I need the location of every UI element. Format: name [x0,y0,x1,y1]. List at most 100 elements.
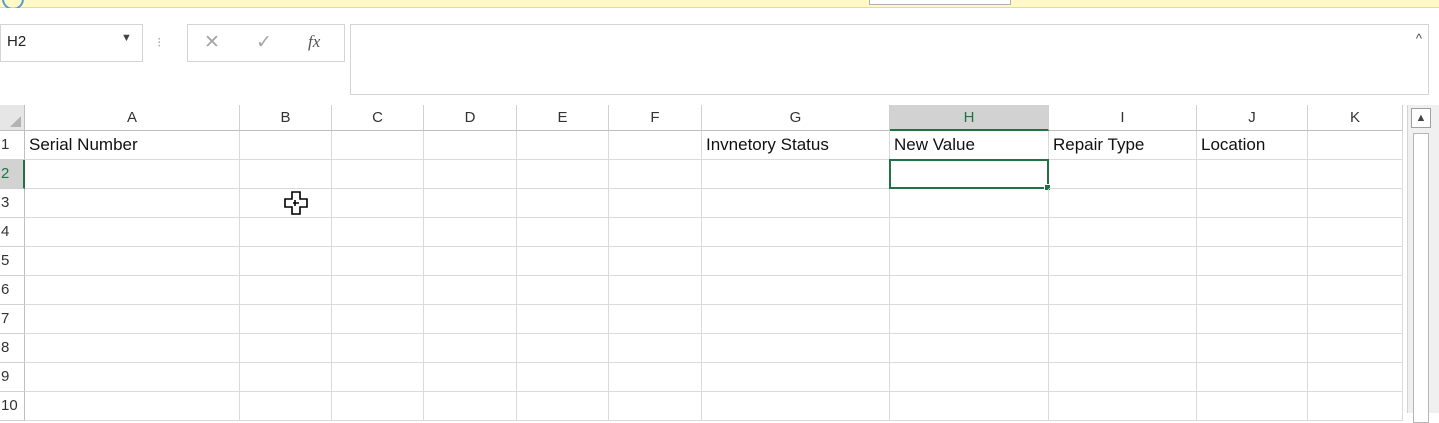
cell-h6[interactable] [890,276,1049,305]
row-header-6[interactable]: 6 [0,276,25,305]
cell-b5[interactable] [240,247,332,276]
cell-h4[interactable] [890,218,1049,247]
cell-k6[interactable] [1308,276,1403,305]
row-header-1[interactable]: 1 [0,131,25,160]
cell-e8[interactable] [517,334,609,363]
scroll-thumb[interactable] [1413,133,1429,423]
cell-e5[interactable] [517,247,609,276]
cell-f7[interactable] [609,305,702,334]
cell-k4[interactable] [1308,218,1403,247]
column-header-d[interactable]: D [424,105,517,131]
cell-j4[interactable] [1197,218,1308,247]
cell-g1[interactable]: Invnetory Status [702,131,890,160]
row-header-8[interactable]: 8 [0,334,25,363]
formula-input[interactable]: ^ [350,24,1429,95]
cell-g9[interactable] [702,363,890,392]
cell-e3[interactable] [517,189,609,218]
cell-f3[interactable] [609,189,702,218]
column-header-c[interactable]: C [332,105,424,131]
cell-j9[interactable] [1197,363,1308,392]
cell-b9[interactable] [240,363,332,392]
cell-a7[interactable] [25,305,240,334]
cell-f1[interactable] [609,131,702,160]
cell-h10[interactable] [890,392,1049,421]
cell-b10[interactable] [240,392,332,421]
cell-e9[interactable] [517,363,609,392]
cell-b4[interactable] [240,218,332,247]
cell-b2[interactable] [240,160,332,189]
cell-j1[interactable]: Location [1197,131,1308,160]
cell-c8[interactable] [332,334,424,363]
cell-d1[interactable] [424,131,517,160]
cell-f10[interactable] [609,392,702,421]
chevron-down-icon[interactable]: ▼ [121,32,132,44]
cell-j7[interactable] [1197,305,1308,334]
cell-g10[interactable] [702,392,890,421]
worksheet-grid[interactable]: A B C D E F G H I J K 1 Serial Number Invnetory Statu… [0,105,1407,421]
cell-b8[interactable] [240,334,332,363]
cell-j10[interactable] [1197,392,1308,421]
cell-a4[interactable] [25,218,240,247]
cell-e7[interactable] [517,305,609,334]
cancel-icon[interactable]: ✕ [204,31,220,54]
cell-i7[interactable] [1049,305,1197,334]
cell-k7[interactable] [1308,305,1403,334]
cell-a1[interactable]: Serial Number [25,131,240,160]
cell-c6[interactable] [332,276,424,305]
cell-c5[interactable] [332,247,424,276]
cell-f5[interactable] [609,247,702,276]
vertical-scrollbar[interactable]: ▲ [1407,105,1439,423]
cell-f2[interactable] [609,160,702,189]
cell-d7[interactable] [424,305,517,334]
cell-f8[interactable] [609,334,702,363]
cell-a5[interactable] [25,247,240,276]
cell-g3[interactable] [702,189,890,218]
cell-i9[interactable] [1049,363,1197,392]
column-header-e[interactable]: E [517,105,609,131]
cell-k3[interactable] [1308,189,1403,218]
cell-g5[interactable] [702,247,890,276]
column-header-i[interactable]: I [1049,105,1197,131]
cell-i6[interactable] [1049,276,1197,305]
cell-c2[interactable] [332,160,424,189]
row-header-4[interactable]: 4 [0,218,25,247]
cell-b6[interactable] [240,276,332,305]
cell-e2[interactable] [517,160,609,189]
insert-function-button[interactable]: fx [308,32,320,52]
cell-a10[interactable] [25,392,240,421]
cell-b1[interactable] [240,131,332,160]
cell-k8[interactable] [1308,334,1403,363]
scroll-up-icon[interactable]: ▲ [1411,108,1431,128]
column-header-g[interactable]: G [702,105,890,131]
cell-c9[interactable] [332,363,424,392]
row-header-9[interactable]: 9 [0,363,25,392]
cell-a2[interactable] [25,160,240,189]
cell-a6[interactable] [25,276,240,305]
cell-i10[interactable] [1049,392,1197,421]
column-header-b[interactable]: B [240,105,332,131]
cell-k2[interactable] [1308,160,1403,189]
cell-g7[interactable] [702,305,890,334]
cell-d9[interactable] [424,363,517,392]
select-all-button[interactable] [0,105,25,131]
cell-d10[interactable] [424,392,517,421]
cell-f9[interactable] [609,363,702,392]
collapse-formula-bar-icon[interactable]: ^ [1416,31,1422,46]
cell-d3[interactable] [424,189,517,218]
cell-a3[interactable] [25,189,240,218]
cell-e10[interactable] [517,392,609,421]
enter-icon[interactable]: ✓ [256,31,272,54]
row-header-7[interactable]: 7 [0,305,25,334]
cell-g6[interactable] [702,276,890,305]
cell-f6[interactable] [609,276,702,305]
cell-d5[interactable] [424,247,517,276]
cell-g4[interactable] [702,218,890,247]
cell-h8[interactable] [890,334,1049,363]
cell-d4[interactable] [424,218,517,247]
cell-j8[interactable] [1197,334,1308,363]
cell-e1[interactable] [517,131,609,160]
cell-b7[interactable] [240,305,332,334]
cell-h9[interactable] [890,363,1049,392]
row-header-2[interactable]: 2 [0,160,25,189]
cell-h5[interactable] [890,247,1049,276]
